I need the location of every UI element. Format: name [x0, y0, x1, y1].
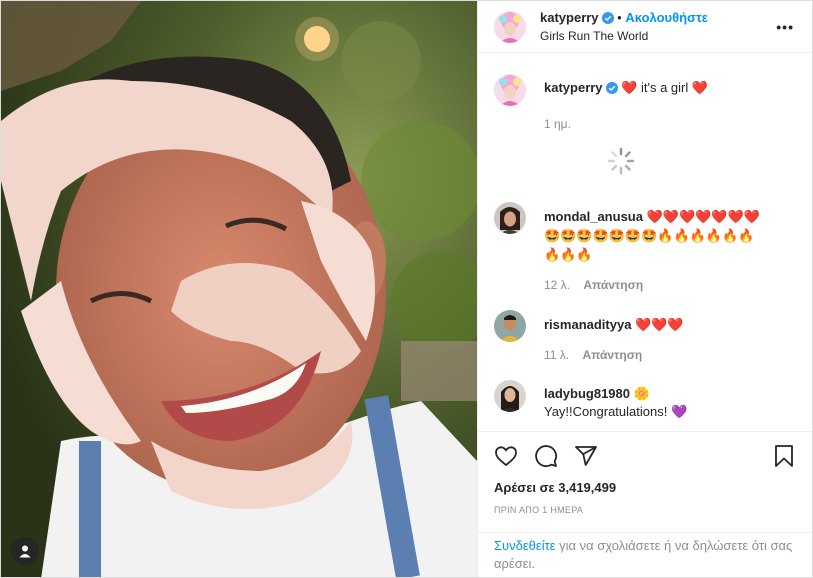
reply-button[interactable]: Απάντηση	[582, 348, 642, 362]
comment-text: ❤️❤️❤️❤️❤️❤️❤️	[646, 209, 760, 224]
comments-list: katyperry ❤️ it's a girl ❤️ 1 ημ. mondal…	[478, 54, 812, 431]
author-avatar-image	[494, 10, 526, 43]
caption-username[interactable]: katyperry	[544, 80, 603, 95]
comment-text-line3: 🔥🔥🔥	[544, 247, 593, 262]
author-avatar[interactable]	[494, 10, 526, 43]
post-details-panel: katyperry • Ακολουθήστε Girls Run The Wo…	[477, 1, 812, 577]
commenter-avatar[interactable]	[494, 202, 526, 234]
tagged-users-button[interactable]	[11, 537, 39, 565]
comment-item: ladybug81980 🌼 Yay!!Congratulations! 💜	[494, 380, 796, 421]
like-heart-icon[interactable]	[494, 444, 518, 468]
comment-time[interactable]: 11 λ.	[544, 348, 569, 362]
post-timestamp[interactable]: ΠΡΙΝ ΑΠΟ 1 ΗΜΕΡΑ	[494, 505, 796, 515]
caption: katyperry ❤️ it's a girl ❤️ 1 ημ.	[494, 74, 796, 133]
header-separator: •	[617, 9, 622, 25]
commenter-avatar[interactable]	[494, 380, 526, 412]
post-actions: Αρέσει σε 3,419,499 ΠΡΙΝ ΑΠΟ 1 ΗΜΕΡΑ	[478, 431, 812, 515]
comment-text-line2: 🤩🤩🤩🤩🤩🤩🤩🔥🔥🔥🔥🔥🔥	[544, 228, 755, 243]
commenter-avatar-image	[494, 380, 526, 412]
user-icon	[19, 545, 31, 558]
commenter-username[interactable]: ladybug81980	[544, 386, 630, 401]
comment-icon[interactable]	[534, 444, 558, 468]
verified-badge-icon	[605, 81, 618, 99]
login-prompt: Συνδεθείτε για να σχολιάσετε ή να δηλώσε…	[478, 532, 812, 577]
commenter-avatar[interactable]	[494, 310, 526, 342]
comment-item: mondal_anusua ❤️❤️❤️❤️❤️❤️❤️ 🤩🤩🤩🤩🤩🤩🤩🔥🔥🔥🔥…	[494, 202, 796, 294]
caption-text: it's a girl	[640, 80, 689, 95]
comment-text: ❤️❤️❤️	[635, 317, 684, 332]
author-username[interactable]: katyperry	[540, 10, 599, 25]
heart-emoji-icon: ❤️	[691, 80, 709, 95]
share-icon[interactable]	[574, 444, 598, 468]
comment-item: rismanadityya ❤️❤️❤️ 11 λ. Απάντηση	[494, 310, 796, 364]
post-photo[interactable]	[1, 1, 477, 577]
follow-button[interactable]: Ακολουθήστε	[625, 10, 708, 25]
commenter-username[interactable]: rismanadityya	[544, 317, 631, 332]
commenter-avatar-image	[494, 202, 526, 234]
commenter-avatar-image	[494, 310, 526, 342]
reply-button[interactable]: Απάντηση	[583, 278, 643, 292]
post-header: katyperry • Ακολουθήστε Girls Run The Wo…	[478, 1, 812, 53]
comment-time[interactable]: 12 λ.	[544, 278, 570, 292]
post-location[interactable]: Girls Run The World	[540, 28, 708, 44]
post-photo-image	[1, 1, 477, 577]
action-icons	[494, 432, 796, 480]
commenter-username[interactable]: mondal_anusua	[544, 209, 643, 224]
caption-avatar-image	[494, 74, 526, 106]
heart-emoji-icon: ❤️	[621, 80, 638, 95]
instagram-post: katyperry • Ακολουθήστε Girls Run The Wo…	[0, 0, 813, 578]
login-link[interactable]: Συνδεθείτε	[494, 538, 556, 553]
save-bookmark-icon[interactable]	[772, 444, 796, 468]
caption-avatar[interactable]	[494, 74, 526, 106]
more-options-button[interactable]: •••	[776, 19, 794, 35]
loading-spinner-icon	[606, 146, 636, 176]
caption-time[interactable]: 1 ημ.	[544, 115, 708, 133]
verified-badge-icon	[601, 11, 614, 28]
likes-count[interactable]: Αρέσει σε 3,419,499	[494, 480, 796, 495]
flower-emoji-icon: 🌼	[633, 386, 650, 401]
comment-text: Yay!!Congratulations! 💜	[544, 404, 688, 419]
